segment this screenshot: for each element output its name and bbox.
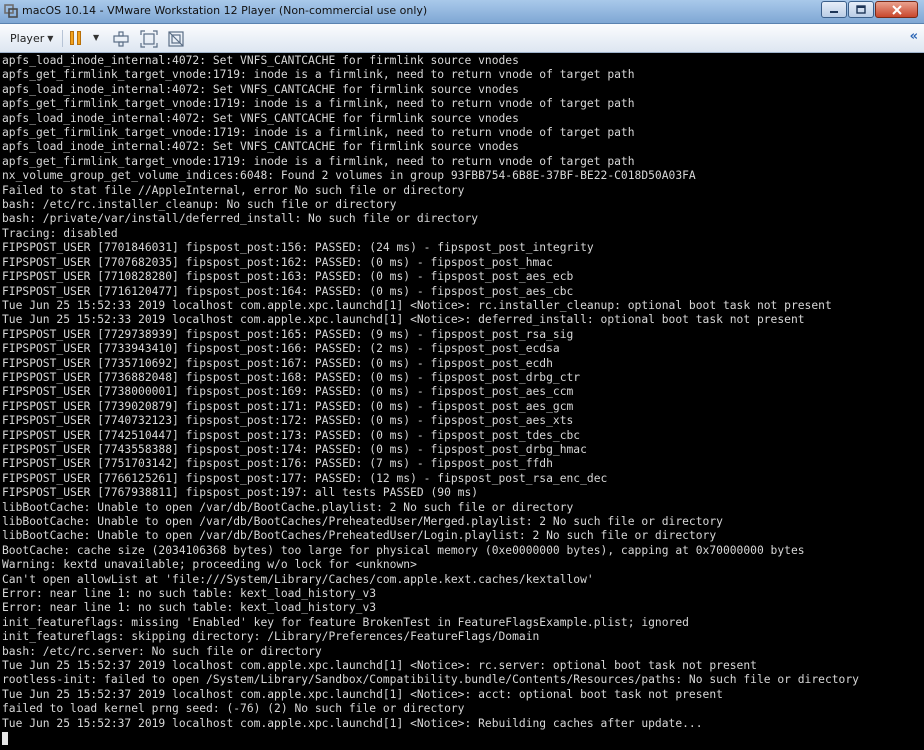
- console-line: failed to load kernel prng seed: (-76) (…: [2, 702, 465, 716]
- console-line: Tue Jun 25 15:52:33 2019 localhost com.a…: [2, 313, 805, 327]
- maximize-button[interactable]: [848, 1, 874, 18]
- console-line: libBootCache: Unable to open /var/db/Boo…: [2, 500, 574, 514]
- console-line: Tue Jun 25 15:52:37 2019 localhost com.a…: [2, 687, 723, 701]
- console-line: init_featureflags: skipping directory: /…: [2, 630, 540, 644]
- console-line: FIPSPOST_USER [7733943410] fipspost_post…: [2, 342, 560, 356]
- send-ctrl-alt-del-icon[interactable]: [112, 30, 130, 48]
- console-line: FIPSPOST_USER [7736882048] fipspost_post…: [2, 370, 581, 384]
- fullscreen-icon[interactable]: [140, 30, 158, 48]
- console-line: libBootCache: Unable to open /var/db/Boo…: [2, 515, 723, 528]
- console-line: apfs_load_inode_internal:4072: Set VNFS_…: [2, 82, 519, 96]
- window-controls: [820, 1, 918, 18]
- console-line: apfs_load_inode_internal:4072: Set VNFS_…: [2, 111, 519, 125]
- console-line: BootCache: cache size (2034106368 bytes)…: [2, 543, 805, 557]
- console-line: Tue Jun 25 15:52:37 2019 localhost com.a…: [2, 716, 703, 730]
- console-line: FIPSPOST_USER [7701846031] fipspost_post…: [2, 241, 594, 255]
- console-line: FIPSPOST_USER [7735710692] fipspost_post…: [2, 356, 553, 370]
- console-line: Tue Jun 25 15:52:37 2019 localhost com.a…: [2, 659, 757, 673]
- maximize-icon: [856, 5, 866, 14]
- console-line: apfs_get_firmlink_target_vnode:1719: ino…: [2, 154, 635, 168]
- console-line: apfs_get_firmlink_target_vnode:1719: ino…: [2, 126, 635, 140]
- console-line: rootless-init: failed to open /System/Li…: [2, 673, 859, 687]
- console-line: init_featureflags: missing 'Enabled' key…: [2, 615, 689, 629]
- console-line: Can't open allowList at 'file:///System/…: [2, 572, 594, 586]
- console-line: FIPSPOST_USER [7751703142] fipspost_post…: [2, 457, 553, 471]
- pause-icon-bar: [70, 31, 74, 45]
- console-line: apfs_get_firmlink_target_vnode:1719: ino…: [2, 68, 635, 82]
- console-line: FIPSPOST_USER [7742510447] fipspost_post…: [2, 428, 581, 442]
- console-line: FIPSPOST_USER [7738000001] fipspost_post…: [2, 385, 574, 399]
- console-line: bash: /etc/rc.installer_cleanup: No such…: [2, 198, 397, 212]
- console-line: bash: /private/var/install/deferred_inst…: [2, 212, 479, 226]
- console-line: FIPSPOST_USER [7743558388] fipspost_post…: [2, 442, 587, 456]
- toolbar-divider: [62, 30, 63, 47]
- console-line: FIPSPOST_USER [7740732123] fipspost_post…: [2, 414, 574, 428]
- console-line: apfs_load_inode_internal:4072: Set VNFS_…: [2, 54, 519, 67]
- console-output: apfs_load_inode_internal:4072: Set VNFS_…: [2, 54, 859, 746]
- unity-icon[interactable]: [167, 30, 185, 48]
- player-toolbar: Player ▼ ▼ «: [0, 24, 924, 53]
- close-button[interactable]: [875, 1, 918, 18]
- text-cursor: [2, 732, 8, 746]
- console-line: FIPSPOST_USER [7729738939] fipspost_post…: [2, 327, 574, 341]
- minimize-icon: [830, 10, 838, 13]
- console-line: apfs_get_firmlink_target_vnode:1719: ino…: [2, 97, 635, 111]
- minimize-button[interactable]: [821, 1, 847, 18]
- console-line: Error: near line 1: no such table: kext_…: [2, 601, 377, 615]
- console-line: Tue Jun 25 15:52:33 2019 localhost com.a…: [2, 298, 832, 312]
- console-line: Tracing: disabled: [2, 226, 118, 240]
- console-line: FIPSPOST_USER [7716120477] fipspost_post…: [2, 284, 574, 298]
- vmware-app-icon: [4, 4, 18, 18]
- console-line: bash: /etc/rc.server: No such file or di…: [2, 644, 322, 658]
- console-line: FIPSPOST_USER [7767938811] fipspost_post…: [2, 486, 479, 500]
- console-line: libBootCache: Unable to open /var/db/Boo…: [2, 529, 717, 543]
- pause-menu-chevron-icon[interactable]: ▼: [93, 33, 99, 42]
- collapse-toolbar-button[interactable]: «: [910, 29, 918, 44]
- pause-button[interactable]: [70, 31, 84, 45]
- vm-console-display[interactable]: apfs_load_inode_internal:4072: Set VNFS_…: [0, 53, 924, 750]
- window-title: macOS 10.14 - VMware Workstation 12 Play…: [22, 4, 428, 17]
- player-menu-label: Player: [10, 31, 45, 45]
- console-line: nx_volume_group_get_volume_indices:6048:…: [2, 169, 696, 183]
- console-line: Warning: kextd unavailable; proceeding w…: [2, 558, 417, 572]
- console-line: FIPSPOST_USER [7707682035] fipspost_post…: [2, 255, 553, 269]
- console-line: apfs_load_inode_internal:4072: Set VNFS_…: [2, 140, 519, 154]
- console-line: Failed to stat file //AppleInternal, err…: [2, 183, 465, 197]
- console-line: FIPSPOST_USER [7739020879] fipspost_post…: [2, 399, 574, 413]
- chevron-down-icon: ▼: [47, 33, 54, 43]
- window-title-bar[interactable]: macOS 10.14 - VMware Workstation 12 Play…: [0, 0, 924, 24]
- player-menu-button[interactable]: Player ▼: [6, 29, 57, 47]
- pause-icon-bar: [77, 31, 81, 45]
- console-line: Error: near line 1: no such table: kext_…: [2, 587, 377, 601]
- console-line: FIPSPOST_USER [7710828280] fipspost_post…: [2, 270, 574, 284]
- console-line: FIPSPOST_USER [7766125261] fipspost_post…: [2, 471, 608, 485]
- close-icon: [891, 4, 902, 15]
